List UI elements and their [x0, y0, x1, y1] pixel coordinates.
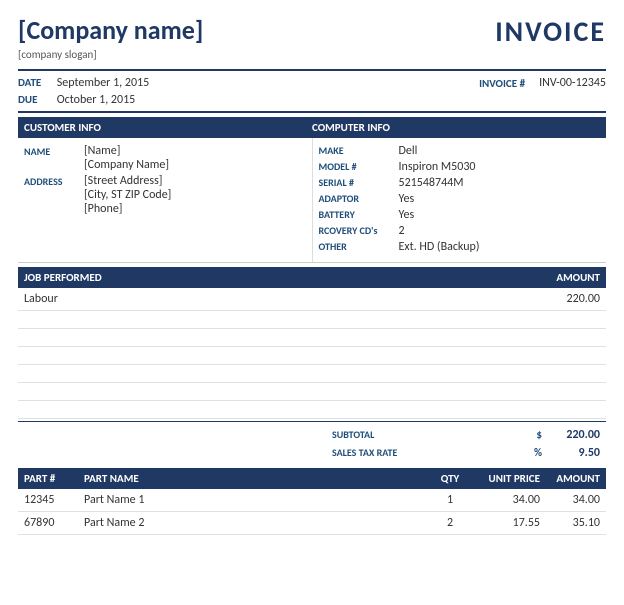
- invoice-page: [Company name] [company slogan] INVOICE …: [0, 0, 624, 545]
- parts-header-unit-price: UNIT PRICE: [470, 472, 540, 485]
- job-rows: Labour 220.00: [18, 288, 606, 419]
- comp-label: ADAPTOR: [319, 192, 399, 206]
- due-value: October 1, 2015: [57, 93, 136, 107]
- parts-header-name: PART NAME: [84, 472, 430, 485]
- tax-value: 9.50: [550, 446, 600, 460]
- part-number: 12345: [24, 493, 84, 507]
- company-name: [Company name]: [18, 14, 203, 46]
- job-description: Labour: [24, 292, 58, 306]
- comp-value: Dell: [399, 144, 418, 158]
- meta-divider: [18, 111, 606, 113]
- part-unit-price: 34.00: [470, 493, 540, 507]
- header-divider: [18, 69, 606, 71]
- parts-row: 67890 Part Name 2 2 17.55 35.10: [18, 512, 606, 535]
- address-value: [Street Address] [City, ST ZIP Code] [Ph…: [84, 174, 171, 216]
- part-number: 67890: [24, 516, 84, 530]
- comp-row: OTHERExt. HD (Backup): [319, 240, 601, 254]
- part-qty: 2: [430, 516, 470, 530]
- header: [Company name] [company slogan] INVOICE: [18, 14, 606, 61]
- comp-row: MAKEDell: [319, 144, 601, 158]
- customer-info: NAME [Name] [Company Name] ADDRESS [Stre…: [18, 138, 313, 262]
- name-label: NAME: [24, 144, 84, 158]
- company-slogan: [company slogan]: [18, 48, 203, 61]
- comp-row: ADAPTORYes: [319, 192, 601, 206]
- info-section: NAME [Name] [Company Name] ADDRESS [Stre…: [18, 138, 606, 263]
- meta-row: DATE September 1, 2015 DUE October 1, 20…: [18, 76, 606, 107]
- tax-symbol: %: [534, 446, 542, 460]
- part-qty: 1: [430, 493, 470, 507]
- customer-info-header: CUSTOMER INFO: [24, 121, 312, 134]
- comp-label: BATTERY: [319, 208, 399, 222]
- parts-header: PART # PART NAME QTY UNIT PRICE AMOUNT: [18, 468, 606, 489]
- computer-info: MAKEDellMODEL #Inspiron M5030SERIAL #521…: [313, 138, 607, 262]
- part-unit-price: 17.55: [470, 516, 540, 530]
- part-name: Part Name 2: [84, 516, 430, 530]
- invoice-hash-label: INVOICE #: [479, 77, 525, 90]
- job-row: [18, 401, 606, 419]
- date-label: DATE: [18, 76, 48, 89]
- comp-value: Yes: [399, 192, 415, 206]
- job-row: [18, 347, 606, 365]
- job-performed-label: JOB PERFORMED: [24, 271, 102, 284]
- comp-row: RCOVERY CD's2: [319, 224, 601, 238]
- comp-value: Ext. HD (Backup): [399, 240, 480, 254]
- comp-label: MAKE: [319, 144, 399, 158]
- job-section-header: JOB PERFORMED AMOUNT: [18, 267, 606, 288]
- parts-rows: 12345 Part Name 1 1 34.00 34.00 67890 Pa…: [18, 489, 606, 535]
- parts-header-part: PART #: [24, 472, 84, 485]
- comp-row: SERIAL #521548744M: [319, 176, 601, 190]
- comp-label: OTHER: [319, 240, 399, 254]
- meta-right: INVOICE # INV-00-12345: [479, 76, 606, 90]
- date-value: September 1, 2015: [57, 76, 149, 90]
- amount-header-label: AMOUNT: [556, 271, 600, 284]
- comp-row: BATTERYYes: [319, 208, 601, 222]
- info-section-header: CUSTOMER INFO COMPUTER INFO: [18, 117, 606, 138]
- job-row: [18, 311, 606, 329]
- comp-value: 521548744M: [399, 176, 464, 190]
- due-label: DUE: [18, 93, 48, 106]
- job-row: Labour 220.00: [18, 288, 606, 311]
- parts-row: 12345 Part Name 1 1 34.00 34.00: [18, 489, 606, 512]
- tax-label: SALES TAX RATE: [332, 446, 534, 460]
- parts-header-amount: AMOUNT: [540, 472, 600, 485]
- company-block: [Company name] [company slogan]: [18, 14, 203, 61]
- address-row: ADDRESS [Street Address] [City, ST ZIP C…: [24, 174, 306, 216]
- subtotal-section: SUBTOTAL $ 220.00 SALES TAX RATE % 9.50: [18, 421, 606, 462]
- comp-row: MODEL #Inspiron M5030: [319, 160, 601, 174]
- comp-label: SERIAL #: [319, 176, 399, 190]
- date-row: DATE September 1, 2015: [18, 76, 149, 90]
- meta-left: DATE September 1, 2015 DUE October 1, 20…: [18, 76, 149, 107]
- subtotal-symbol: $: [536, 428, 542, 442]
- subtotal-row: SUBTOTAL $ 220.00: [326, 426, 606, 444]
- comp-label: MODEL #: [319, 160, 399, 174]
- part-name: Part Name 1: [84, 493, 430, 507]
- comp-value: Inspiron M5030: [399, 160, 476, 174]
- subtotal-table: SUBTOTAL $ 220.00 SALES TAX RATE % 9.50: [326, 426, 606, 462]
- comp-label: RCOVERY CD's: [319, 224, 399, 238]
- part-amount: 34.00: [540, 493, 600, 507]
- job-row: [18, 383, 606, 401]
- parts-header-qty: QTY: [430, 472, 470, 485]
- due-row: DUE October 1, 2015: [18, 93, 149, 107]
- subtotal-value: 220.00: [550, 428, 600, 442]
- computer-info-header: COMPUTER INFO: [312, 121, 600, 134]
- subtotal-label: SUBTOTAL: [332, 428, 536, 442]
- invoice-title: INVOICE: [495, 14, 606, 49]
- job-amount: 220.00: [567, 292, 600, 306]
- job-row: [18, 329, 606, 347]
- invoice-number: INV-00-12345: [539, 76, 606, 90]
- comp-value: 2: [399, 224, 405, 238]
- tax-row: SALES TAX RATE % 9.50: [326, 444, 606, 462]
- name-row: NAME [Name] [Company Name]: [24, 144, 306, 172]
- part-amount: 35.10: [540, 516, 600, 530]
- job-row: [18, 365, 606, 383]
- name-value: [Name] [Company Name]: [84, 144, 169, 172]
- address-label: ADDRESS: [24, 174, 84, 188]
- comp-value: Yes: [399, 208, 415, 222]
